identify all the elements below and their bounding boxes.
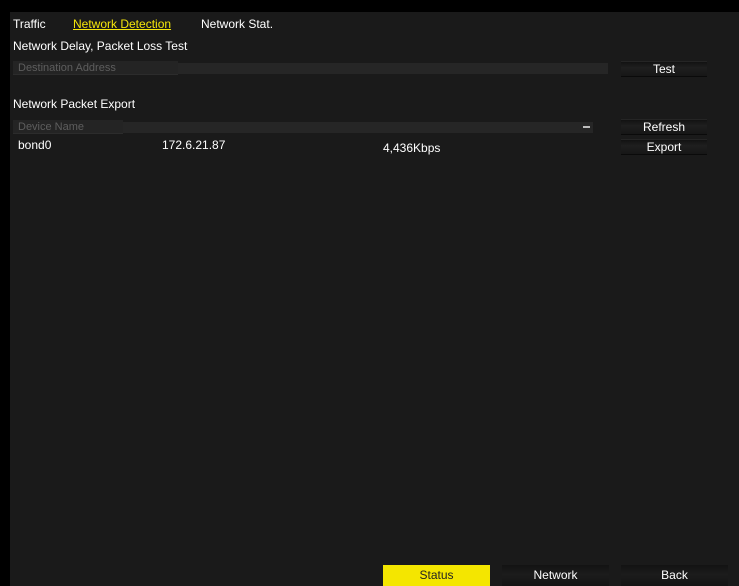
status-button[interactable]: Status (383, 565, 490, 586)
tab-bar: Traffic Network Detection Network Stat. (10, 12, 739, 35)
footer-bar: Status Network Back (10, 565, 739, 586)
destination-address-input-track[interactable] (178, 63, 608, 74)
test-button[interactable]: Test (621, 61, 707, 77)
refresh-button[interactable]: Refresh (621, 119, 707, 135)
network-detection-panel: Traffic Network Detection Network Stat. … (10, 12, 739, 586)
tab-network-stat[interactable]: Network Stat. (201, 17, 273, 31)
packet-export-title: Network Packet Export (13, 97, 136, 111)
destination-address-placeholder: Destination Address (18, 62, 116, 74)
network-button[interactable]: Network (502, 565, 609, 586)
delay-test-title: Network Delay, Packet Loss Test (13, 39, 188, 53)
device-name-value: bond0 (18, 138, 52, 152)
screen: Traffic Network Detection Network Stat. … (0, 0, 739, 586)
device-ip-value: 172.6.21.87 (162, 138, 226, 152)
device-name-select[interactable]: Device Name (13, 120, 123, 134)
tab-traffic[interactable]: Traffic (13, 17, 46, 31)
device-name-select-track[interactable] (123, 122, 593, 133)
device-rate-value: 4,436Kbps (383, 141, 441, 155)
back-button[interactable]: Back (621, 565, 728, 586)
export-button[interactable]: Export (621, 139, 707, 155)
chevron-down-icon[interactable] (583, 126, 590, 128)
destination-address-field[interactable]: Destination Address (13, 61, 178, 75)
device-name-label: Device Name (18, 121, 85, 133)
tab-network-detection[interactable]: Network Detection (73, 17, 171, 31)
